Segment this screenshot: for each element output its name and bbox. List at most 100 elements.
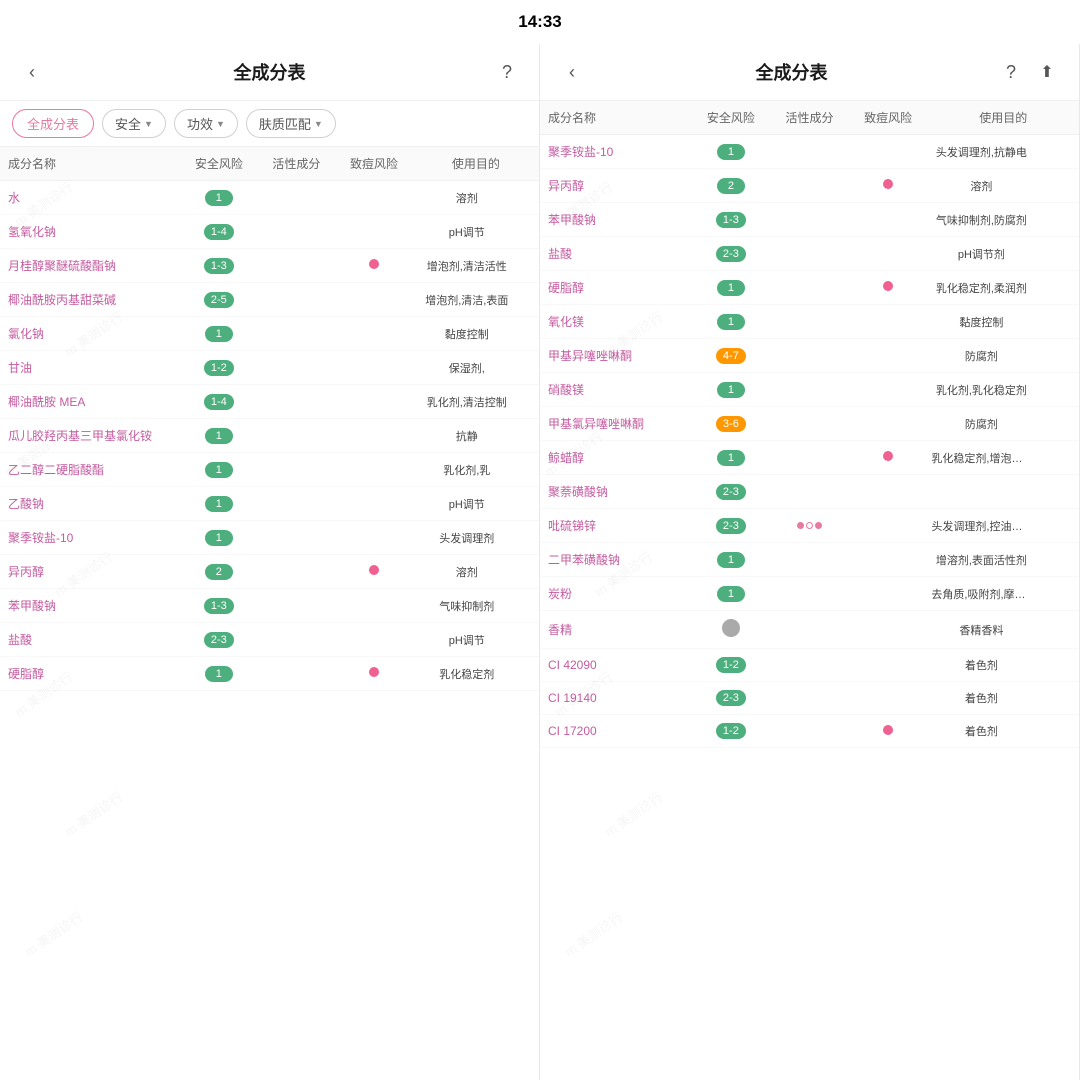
right-table-scroll[interactable]: 成分名称 安全风险 活性成分 致痘风险 使用目的 聚季铵盐-101头发调理剂,抗… xyxy=(540,101,1079,1080)
active-ingredient xyxy=(770,169,849,203)
table-row[interactable]: 乙酸钠1pH调节 xyxy=(0,487,539,521)
ingredient-name[interactable]: 聚季铵盐-10 xyxy=(540,135,692,169)
ingredient-name[interactable]: 甲基异噻唑啉酮 xyxy=(540,339,692,373)
right-help-icon[interactable]: ? xyxy=(995,56,1027,88)
acne-risk xyxy=(335,317,413,351)
table-row[interactable]: 盐酸2-3pH调节 xyxy=(0,623,539,657)
ingredient-name[interactable]: 水 xyxy=(0,181,180,215)
table-row[interactable]: 甲基氯异噻唑啉酮3-6防腐剂 xyxy=(540,407,1079,441)
table-row[interactable]: 甘油1-2保湿剂, xyxy=(0,351,539,385)
table-row[interactable]: 盐酸2-3pH调节剂 xyxy=(540,237,1079,271)
ingredient-name[interactable]: 二甲苯磺酸钠 xyxy=(540,543,692,577)
active-ingredient xyxy=(258,657,336,691)
ingredient-name[interactable]: 硝酸镁 xyxy=(540,373,692,407)
table-row[interactable]: 苯甲酸钠1-3气味抑制剂 xyxy=(0,589,539,623)
table-row[interactable]: 乙二醇二硬脂酸酯1乳化剂,乳 xyxy=(0,453,539,487)
ingredient-name[interactable]: 异丙醇 xyxy=(540,169,692,203)
left-help-icon[interactable]: ? xyxy=(491,56,523,88)
table-row[interactable]: 水1溶剂 xyxy=(0,181,539,215)
table-row[interactable]: 氧化镁1黏度控制 xyxy=(540,305,1079,339)
table-row[interactable]: 二甲苯磺酸钠1增溶剂,表面活性剂 xyxy=(540,543,1079,577)
safety-risk: 1-4 xyxy=(180,215,258,249)
left-table-scroll[interactable]: 成分名称 安全风险 活性成分 致痘风险 使用目的 水1溶剂氢氧化钠1-4pH调节… xyxy=(0,147,539,1080)
table-row[interactable]: 椰油酰胺丙基甜菜碱2-5增泡剂,清洁,表面 xyxy=(0,283,539,317)
ingredient-name[interactable]: 月桂醇聚醚硫酸酯钠 xyxy=(0,249,180,283)
col-safety-header-r: 安全风险 xyxy=(692,101,771,135)
active-ingredient xyxy=(770,649,849,682)
ingredient-name[interactable]: 氯化钠 xyxy=(0,317,180,351)
table-row[interactable]: 月桂醇聚醚硫酸酯钠1-3增泡剂,清洁活性 xyxy=(0,249,539,283)
ingredient-name[interactable]: 椰油酰胺 MEA xyxy=(0,385,180,419)
right-back-button[interactable]: ‹ xyxy=(556,56,588,88)
ingredient-name[interactable]: 硬脂醇 xyxy=(0,657,180,691)
table-row[interactable]: 鲸蜡醇1乳化稳定剂,增泡剂,柔润剂 xyxy=(540,441,1079,475)
tab-skin[interactable]: 肤质匹配 xyxy=(246,109,336,138)
left-panel-title: 全成分表 xyxy=(234,59,306,85)
acne-dot-icon xyxy=(369,667,379,677)
ingredient-use: 头发调理剂,控油抗脂溢 xyxy=(927,509,1079,543)
active-ingredient xyxy=(258,351,336,385)
active-ingredient xyxy=(258,453,336,487)
table-row[interactable]: 香精香精香料 xyxy=(540,611,1079,649)
ingredient-name[interactable]: 瓜儿胶羟丙基三甲基氯化铵 xyxy=(0,419,180,453)
ingredient-name[interactable]: CI 42090 xyxy=(540,649,692,682)
active-ingredient xyxy=(770,237,849,271)
safety-risk: 2-3 xyxy=(692,475,771,509)
ingredient-name[interactable]: 氧化镁 xyxy=(540,305,692,339)
status-bar: 14:33 xyxy=(0,0,1080,44)
table-row[interactable]: 硝酸镁1乳化剂,乳化稳定剂 xyxy=(540,373,1079,407)
table-row[interactable]: CI 420901-2着色剂 xyxy=(540,649,1079,682)
ingredient-name[interactable]: 盐酸 xyxy=(540,237,692,271)
ingredient-name[interactable]: 甲基氯异噻唑啉酮 xyxy=(540,407,692,441)
ingredient-name[interactable]: 苯甲酸钠 xyxy=(0,589,180,623)
ingredient-name[interactable]: 鲸蜡醇 xyxy=(540,441,692,475)
right-share-icon[interactable]: ⬆ xyxy=(1031,56,1063,88)
table-row[interactable]: 瓜儿胶羟丙基三甲基氯化铵1抗静 xyxy=(0,419,539,453)
table-row[interactable]: 吡硫锑锌2-3头发调理剂,控油抗脂溢 xyxy=(540,509,1079,543)
ingredient-name[interactable]: 聚萘磺酸钠 xyxy=(540,475,692,509)
ingredient-name[interactable]: 盐酸 xyxy=(0,623,180,657)
table-row[interactable]: 椰油酰胺 MEA1-4乳化剂,清洁控制 xyxy=(0,385,539,419)
table-row[interactable]: 甲基异噻唑啉酮4-7防腐剂 xyxy=(540,339,1079,373)
ingredient-name[interactable]: 苯甲酸钠 xyxy=(540,203,692,237)
ingredient-name[interactable]: CI 17200 xyxy=(540,715,692,748)
table-row[interactable]: 氢氧化钠1-4pH调节 xyxy=(0,215,539,249)
table-row[interactable]: 聚季铵盐-101头发调理剂 xyxy=(0,521,539,555)
table-row[interactable]: 硬脂醇1乳化稳定剂,柔润剂 xyxy=(540,271,1079,305)
active-ingredient xyxy=(770,441,849,475)
table-row[interactable]: 氯化钠1黏度控制 xyxy=(0,317,539,351)
active-ingredient xyxy=(770,271,849,305)
safety-risk: 1 xyxy=(692,373,771,407)
table-row[interactable]: 苯甲酸钠1-3气味抑制剂,防腐剂 xyxy=(540,203,1079,237)
ingredient-name[interactable]: 炭粉 xyxy=(540,577,692,611)
tab-effect[interactable]: 功效 xyxy=(174,109,238,138)
ingredient-name[interactable]: 香精 xyxy=(540,611,692,649)
ingredient-name[interactable]: 吡硫锑锌 xyxy=(540,509,692,543)
left-panel: ‹ 全成分表 ? 全成分表 安全 功效 肤质匹配 成分名称 安全风险 xyxy=(0,44,540,1080)
ingredient-name[interactable]: 乙二醇二硬脂酸酯 xyxy=(0,453,180,487)
table-row[interactable]: CI 191402-3着色剂 xyxy=(540,682,1079,715)
col-name-header: 成分名称 xyxy=(0,147,180,181)
ingredient-use: 溶剂 xyxy=(927,169,1079,203)
ingredient-name[interactable]: 椰油酰胺丙基甜菜碱 xyxy=(0,283,180,317)
table-row[interactable]: 聚季铵盐-101头发调理剂,抗静电 xyxy=(540,135,1079,169)
ingredient-name[interactable]: 聚季铵盐-10 xyxy=(0,521,180,555)
table-row[interactable]: 炭粉1去角质,吸附剂,摩擦剂 xyxy=(540,577,1079,611)
col-acne-header: 致痘风险 xyxy=(335,147,413,181)
ingredient-use: 乳化剂,乳 xyxy=(413,453,539,487)
ingredient-name[interactable]: 乙酸钠 xyxy=(0,487,180,521)
table-row[interactable]: CI 172001-2着色剂 xyxy=(540,715,1079,748)
ingredient-name[interactable]: 异丙醇 xyxy=(0,555,180,589)
table-row[interactable]: 聚萘磺酸钠2-3 xyxy=(540,475,1079,509)
ingredient-name[interactable]: 甘油 xyxy=(0,351,180,385)
table-row[interactable]: 异丙醇2溶剂 xyxy=(0,555,539,589)
table-row[interactable]: 硬脂醇1乳化稳定剂 xyxy=(0,657,539,691)
ingredient-name[interactable]: CI 19140 xyxy=(540,682,692,715)
left-back-button[interactable]: ‹ xyxy=(16,56,48,88)
ingredient-name[interactable]: 氢氧化钠 xyxy=(0,215,180,249)
tab-safety[interactable]: 安全 xyxy=(102,109,166,138)
table-row[interactable]: 异丙醇2溶剂 xyxy=(540,169,1079,203)
safety-risk: 1 xyxy=(692,543,771,577)
ingredient-name[interactable]: 硬脂醇 xyxy=(540,271,692,305)
tab-all-ingredients[interactable]: 全成分表 xyxy=(12,109,94,138)
